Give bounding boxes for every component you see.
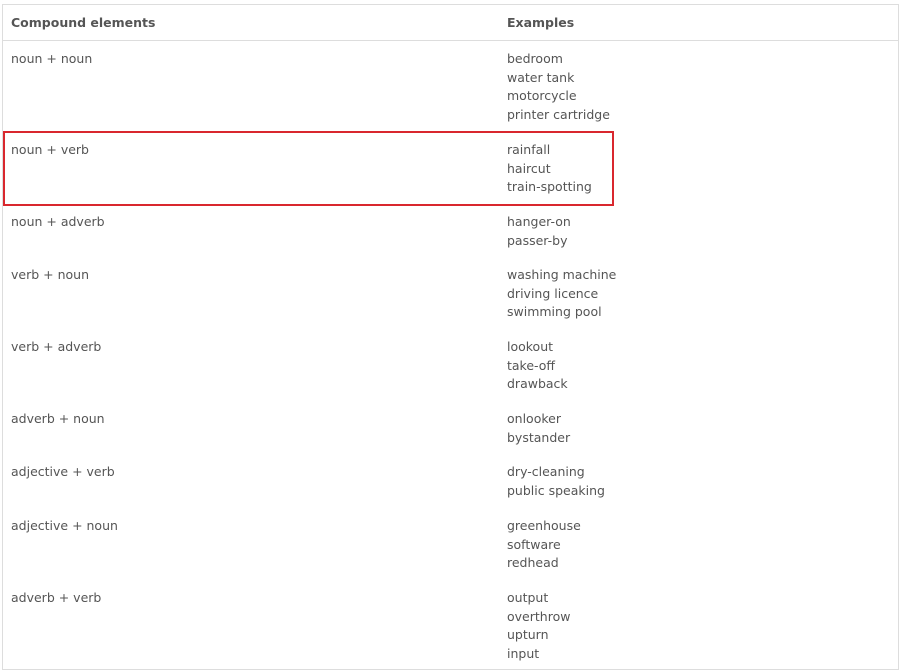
- example-word: take-off: [507, 357, 556, 373]
- example-word: public speaking: [507, 482, 605, 498]
- example-word: water tank: [507, 69, 575, 85]
- example-word: printer cartridge: [507, 107, 610, 123]
- examples-cell: hanger-on passer-by: [507, 213, 571, 250]
- compound-table: Compound elements Examples noun + noun b…: [2, 4, 899, 670]
- example-word: dry-cleaning: [507, 464, 585, 479]
- example-word: input: [507, 646, 540, 662]
- compound-pattern: adjective + noun: [11, 518, 118, 533]
- example-word: lookout: [507, 339, 554, 354]
- table-header-row: Compound elements Examples: [3, 5, 898, 41]
- example-word: train-spotting: [507, 179, 592, 195]
- example-word: bystander: [507, 429, 571, 445]
- header-examples: Examples: [507, 15, 575, 30]
- example-word: upturn: [507, 627, 549, 643]
- example-word: overthrow: [507, 608, 571, 624]
- compound-pattern: adverb + verb: [11, 590, 102, 605]
- example-word: hanger-on: [507, 214, 571, 229]
- examples-cell: greenhouse software redhead: [507, 517, 581, 573]
- compound-pattern: adjective + verb: [11, 464, 115, 479]
- example-word: washing machine: [507, 267, 617, 282]
- example-word: greenhouse: [507, 518, 581, 533]
- examples-cell: rainfall haircut train-spotting: [507, 141, 592, 197]
- compound-pattern: adverb + noun: [11, 411, 105, 426]
- examples-cell: lookout take-off drawback: [507, 338, 568, 394]
- example-word: rainfall: [507, 142, 551, 157]
- example-word: output: [507, 590, 549, 605]
- example-word: motorcycle: [507, 88, 577, 104]
- examples-cell: output overthrow upturn input: [507, 589, 570, 664]
- example-word: driving licence: [507, 285, 599, 301]
- example-word: passer-by: [507, 232, 568, 248]
- compound-pattern: verb + noun: [11, 267, 89, 282]
- example-word: haircut: [507, 160, 551, 176]
- example-word: onlooker: [507, 411, 561, 426]
- example-word: swimming pool: [507, 304, 602, 320]
- header-compound-elements: Compound elements: [11, 15, 156, 30]
- examples-cell: onlooker bystander: [507, 410, 570, 447]
- example-word: software: [507, 536, 561, 552]
- compound-pattern: verb + adverb: [11, 339, 102, 354]
- example-word: redhead: [507, 555, 559, 571]
- compound-pattern: noun + adverb: [11, 214, 105, 229]
- compound-pattern: noun + verb: [11, 142, 89, 157]
- examples-cell: bedroom water tank motorcycle printer ca…: [507, 50, 610, 125]
- examples-cell: dry-cleaning public speaking: [507, 463, 605, 500]
- example-word: bedroom: [507, 51, 563, 66]
- example-word: drawback: [507, 376, 568, 392]
- examples-cell: washing machine driving licence swimming…: [507, 266, 616, 322]
- compound-pattern: noun + noun: [11, 51, 93, 66]
